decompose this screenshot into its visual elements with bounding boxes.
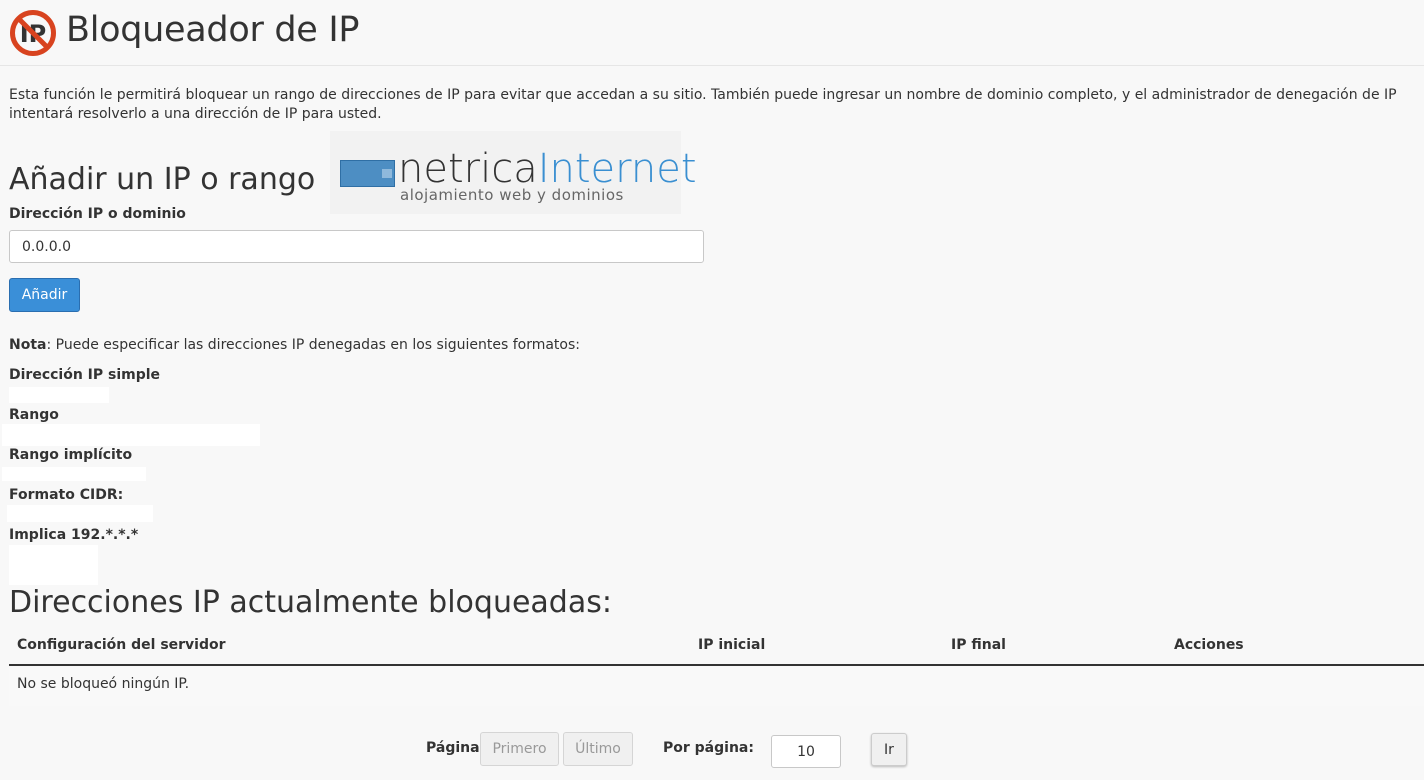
ip-domain-input[interactable] — [9, 230, 704, 263]
page-description: Esta función le permitirá bloquear un ra… — [9, 87, 1397, 122]
ip-blocker-icon: IP — [10, 10, 56, 56]
format-label-implies: Implica 192.*.*.* — [9, 527, 139, 543]
blocked-section-title: Direcciones IP actualmente bloqueadas: — [9, 585, 612, 620]
format-example-cidr — [7, 505, 153, 522]
ip-field-label: Dirección IP o dominio — [9, 206, 186, 222]
netrica-logo: netricaInternet alojamiento web y domini… — [330, 131, 697, 214]
format-example-range — [2, 424, 260, 446]
format-example-implicit-range — [2, 467, 146, 481]
format-example-implies — [9, 545, 98, 585]
first-page-button[interactable]: Primero — [480, 732, 559, 766]
go-button[interactable]: Ir — [871, 733, 907, 766]
format-note: Nota: Puede especificar las direcciones … — [9, 337, 580, 353]
column-header-start-ip[interactable]: IP inicial — [698, 637, 765, 653]
logo-wordmark: netricaInternet — [398, 147, 697, 191]
per-page-input[interactable] — [771, 735, 841, 768]
column-header-server-config[interactable]: Configuración del servidor — [17, 637, 226, 653]
format-label-single-ip: Dirección IP simple — [9, 367, 161, 383]
table-row — [9, 666, 1424, 706]
last-page-button[interactable]: Último — [563, 732, 633, 766]
note-text: : Puede especificar las direcciones IP d… — [46, 337, 580, 353]
note-prefix: Nota — [9, 337, 47, 353]
column-header-actions: Acciones — [1174, 637, 1244, 653]
page-title: Bloqueador de IP — [66, 10, 360, 50]
logo-tagline: alojamiento web y dominios — [400, 186, 624, 204]
page-header: IP Bloqueador de IP — [0, 0, 1424, 66]
logo-bar-icon — [340, 160, 395, 187]
add-button[interactable]: Añadir — [9, 278, 80, 312]
per-page-label: Por página: — [663, 740, 754, 756]
column-header-end-ip: IP final — [951, 637, 1006, 653]
page-label: Página: — [426, 740, 486, 756]
format-label-range: Rango — [9, 407, 59, 423]
format-label-implicit-range: Rango implícito — [9, 447, 133, 463]
format-example-single-ip — [9, 387, 109, 403]
empty-table-message: No se bloqueó ningún IP. — [17, 676, 190, 692]
format-label-cidr: Formato CIDR: — [9, 487, 124, 503]
add-section-title: Añadir un IP o rango — [9, 162, 316, 197]
